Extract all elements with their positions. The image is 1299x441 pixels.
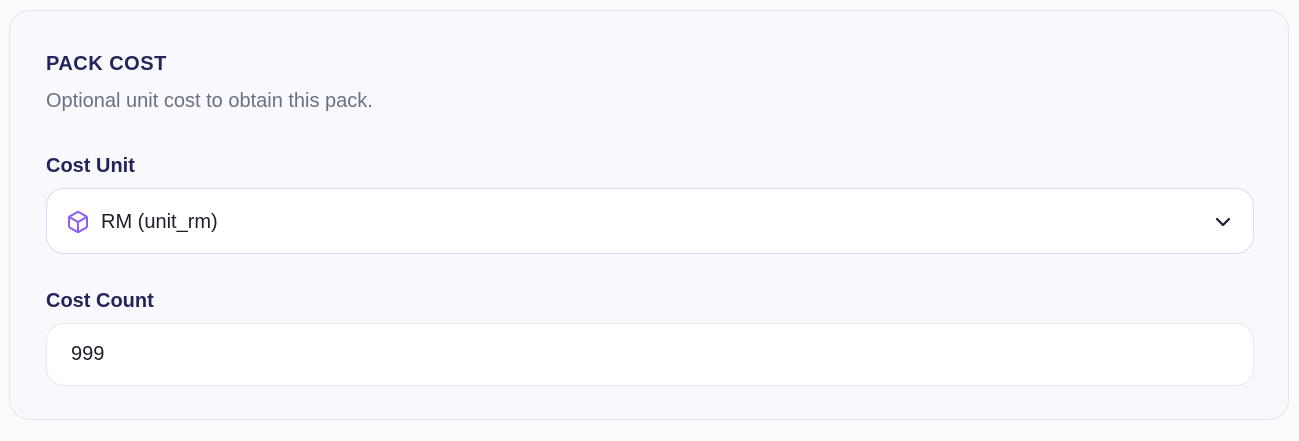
cost-unit-select[interactable]: RM (unit_rm) xyxy=(46,188,1254,254)
section-description: Optional unit cost to obtain this pack. xyxy=(46,90,373,112)
cost-count-label: Cost Count xyxy=(46,290,154,312)
cost-unit-label: Cost Unit xyxy=(46,155,135,177)
pack-cost-card: PACK COST Optional unit cost to obtain t… xyxy=(9,10,1289,420)
cube-icon xyxy=(66,210,90,234)
section-title: PACK COST xyxy=(46,53,167,75)
chevron-down-icon[interactable] xyxy=(1213,212,1233,232)
cost-count-input[interactable] xyxy=(46,323,1254,386)
cost-unit-selected-value: RM (unit_rm) xyxy=(101,211,218,233)
